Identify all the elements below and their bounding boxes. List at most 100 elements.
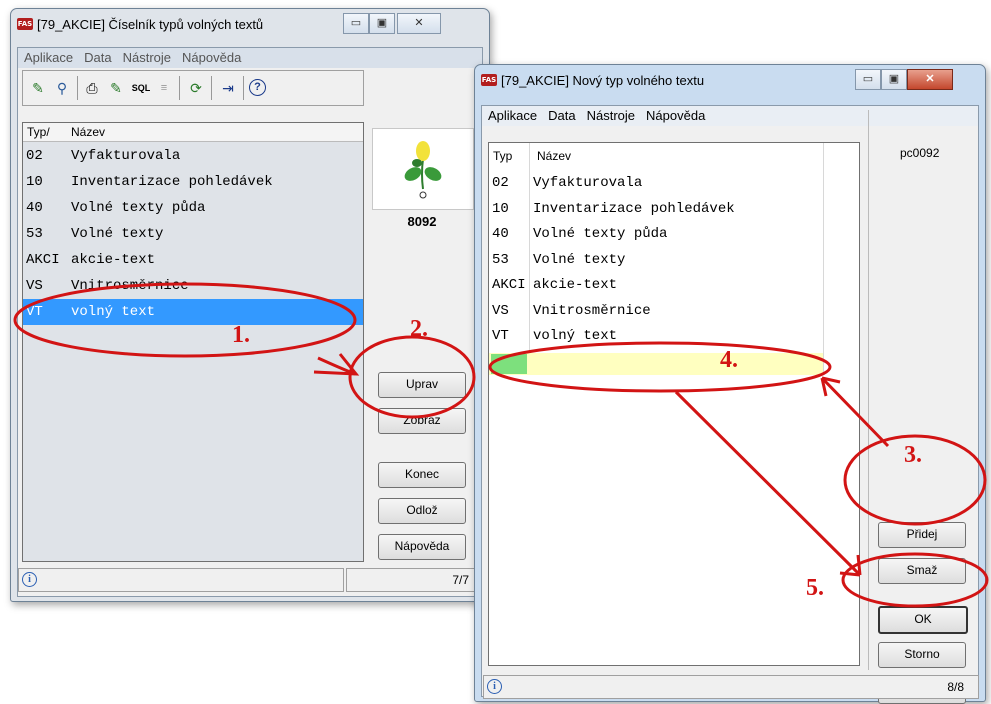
menu-data[interactable]: Data	[542, 106, 580, 123]
cell-type-code: 10	[26, 174, 43, 190]
minimize-button[interactable]: ▭	[855, 69, 881, 90]
cell-name: Vnitrosměrnice	[533, 302, 651, 319]
column-header-type[interactable]: Typ/	[27, 125, 50, 139]
title-bar[interactable]: FAS [79_AKCIE] Nový typ volného textu ▭ …	[475, 65, 985, 95]
panel-divider	[868, 110, 869, 670]
maximize-button[interactable]: ▣	[881, 69, 907, 90]
grid-header: Typ Název	[489, 143, 859, 163]
menu-napoveda[interactable]: Nápověda	[176, 48, 246, 65]
list-item[interactable]: 53 Volné texty	[489, 248, 859, 274]
menu-aplikace[interactable]: Aplikace	[18, 48, 78, 65]
new-type-dialog: FAS [79_AKCIE] Nový typ volného textu ▭ …	[474, 64, 986, 704]
cell-name: Volné texty půda	[71, 200, 206, 216]
cell-type-code: VT	[26, 304, 43, 320]
flower-logo-icon	[404, 141, 442, 199]
status-bar-left: i	[18, 568, 344, 592]
cell-name: Volné texty půda	[533, 226, 668, 242]
program-number: 8092	[407, 214, 437, 229]
column-header-name[interactable]: Název	[71, 125, 105, 139]
pc-label: pc0092	[900, 146, 940, 160]
cell-name: Volné texty	[71, 226, 164, 242]
main-window: FAS [79_AKCIE] Číselník typů volných tex…	[10, 8, 490, 602]
list-item[interactable]: 10 Inventarizace pohledávek	[23, 169, 363, 195]
toolbar: ✎ ⚲ ⎙ ✎ SQL ≡ ⟳ ⇥ ?	[22, 70, 364, 106]
toolbar-separator	[243, 76, 244, 100]
cell-name: volný text	[533, 328, 618, 344]
close-button[interactable]: ✕	[397, 13, 441, 34]
cell-name: Inventarizace pohledávek	[533, 200, 735, 217]
cell-name: akcie-text	[71, 252, 156, 268]
filter-icon[interactable]: ≡	[155, 79, 173, 97]
list-header: Typ/ Název	[23, 123, 363, 142]
cell-type-code: VS	[26, 278, 43, 294]
pin-icon[interactable]: ⚲	[53, 79, 71, 97]
postpone-button[interactable]: Odlož	[378, 498, 466, 524]
new-row-type-cell[interactable]	[491, 354, 527, 374]
exit-icon[interactable]: ⇥	[219, 79, 237, 97]
text-types-edit-grid[interactable]: Typ Název 02 Vyfakturovala 10 Inventarizace…	[488, 142, 860, 666]
delete-button[interactable]: Smaž	[878, 558, 966, 584]
list-item[interactable]: AKCI akcie-text	[23, 247, 363, 273]
end-button[interactable]: Konec	[378, 462, 466, 488]
print-icon[interactable]: ⎙	[83, 79, 101, 97]
fas-app-icon: FAS	[17, 18, 33, 30]
list-item[interactable]: 40 Volné texty půda	[23, 195, 363, 221]
record-count: 7/7	[452, 573, 469, 587]
list-item[interactable]: VT volný text	[23, 299, 363, 325]
list-item[interactable]: 53 Volné texty	[23, 221, 363, 247]
window-client-area: Aplikace Data Nástroje Nápověda Typ Název 0…	[481, 105, 979, 704]
cell-name: Inventarizace pohledávek	[71, 174, 273, 190]
cell-type-code: 40	[492, 226, 509, 242]
cell-name: Vnitrosměrnice	[71, 278, 189, 294]
info-icon: i	[487, 679, 502, 694]
text-types-list[interactable]: Typ/ Název 02 Vyfakturovala 10 Inventarizac…	[22, 122, 364, 562]
help-icon[interactable]: ?	[249, 79, 266, 96]
list-item[interactable]: AKCI akcie-text	[489, 273, 859, 299]
menu-nastroje[interactable]: Nástroje	[117, 48, 176, 65]
cell-type-code: 10	[492, 200, 509, 217]
cell-type-code: 53	[26, 226, 43, 242]
add-button[interactable]: Přidej	[878, 522, 966, 548]
list-item[interactable]: VS Vnitrosměrnice	[23, 273, 363, 299]
cancel-button[interactable]: Storno	[878, 642, 966, 668]
column-header-name[interactable]: Název	[537, 149, 571, 163]
help-button[interactable]: Nápověda	[378, 534, 466, 560]
edit-button[interactable]: Uprav	[378, 372, 466, 398]
close-button[interactable]: ✕	[907, 69, 953, 90]
cell-type-code: VS	[492, 302, 509, 319]
cell-type-code: 53	[492, 251, 509, 268]
cell-type-code: VT	[492, 328, 509, 344]
cell-name: akcie-text	[533, 277, 618, 293]
menu-data[interactable]: Data	[78, 48, 116, 65]
title-bar[interactable]: FAS [79_AKCIE] Číselník typů volných tex…	[11, 9, 489, 39]
list-item[interactable]: 10 Inventarizace pohledávek	[489, 197, 859, 223]
list-item[interactable]: 02 Vyfakturovala	[23, 143, 363, 169]
cell-name: Vyfakturovala	[533, 175, 643, 191]
minimize-button[interactable]: ▭	[343, 13, 369, 34]
view-button[interactable]: Zobraz	[378, 408, 466, 434]
menu-bar: Aplikace Data Nástroje Nápověda	[18, 48, 482, 68]
ok-button[interactable]: OK	[878, 606, 968, 634]
menu-nastroje[interactable]: Nástroje	[581, 106, 640, 123]
cell-name: Vyfakturovala	[71, 148, 181, 164]
annotation-label-4: 4.	[720, 347, 738, 373]
toolbar-separator	[211, 76, 212, 100]
cell-type-code: 02	[492, 175, 509, 191]
cell-type-code: AKCI	[26, 252, 60, 268]
list-item[interactable]: VT volný text	[489, 324, 859, 350]
list-item[interactable]: 02 Vyfakturovala	[489, 171, 859, 197]
refresh-icon[interactable]: ⟳	[187, 79, 205, 97]
status-bar: i 8/8	[483, 675, 979, 699]
column-header-type[interactable]: Typ	[493, 149, 512, 163]
window-title: [79_AKCIE] Číselník typů volných textů	[37, 17, 264, 32]
status-bar-right: 7/7	[346, 568, 482, 592]
export-icon[interactable]: ✎	[107, 79, 125, 97]
edit-icon[interactable]: ✎	[29, 79, 47, 97]
new-row[interactable]	[489, 353, 823, 375]
list-item[interactable]: 40 Volné texty půda	[489, 222, 859, 248]
maximize-button[interactable]: ▣	[369, 13, 395, 34]
list-item[interactable]: VS Vnitrosměrnice	[489, 299, 859, 325]
menu-napoveda[interactable]: Nápověda	[640, 106, 710, 123]
menu-aplikace[interactable]: Aplikace	[482, 106, 542, 123]
sql-icon[interactable]: SQL	[129, 79, 153, 97]
